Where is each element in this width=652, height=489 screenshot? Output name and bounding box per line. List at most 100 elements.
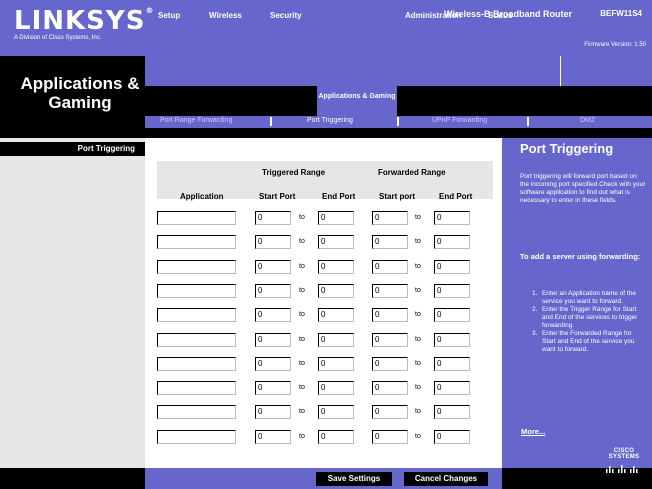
section-title: Applications & Gaming — [20, 74, 140, 112]
trigger-start-port-input[interactable]: 0 — [255, 284, 291, 298]
help-title: Port Triggering — [520, 141, 614, 156]
cancel-changes-button[interactable]: Cancel Changes — [404, 472, 488, 486]
forward-end-port-input[interactable]: 0 — [434, 235, 470, 249]
to-label: to — [299, 336, 305, 343]
forward-end-port-input[interactable]: 0 — [434, 333, 470, 347]
application-name-input[interactable] — [157, 260, 236, 274]
to-label: to — [299, 433, 305, 440]
application-name-input[interactable] — [157, 381, 236, 395]
model-number: BEFW11S4 — [600, 9, 642, 18]
forward-start-port-input[interactable]: 0 — [372, 308, 408, 322]
forward-start-port-input[interactable]: 0 — [372, 211, 408, 225]
to-label: to — [299, 408, 305, 415]
application-name-input[interactable] — [157, 211, 236, 225]
trigger-start-port-input[interactable]: 0 — [255, 357, 291, 371]
to-label: to — [299, 384, 305, 391]
forward-end-port-input[interactable]: 0 — [434, 381, 470, 395]
to-label: to — [299, 263, 305, 270]
to-label: to — [415, 384, 421, 391]
tab-administration[interactable]: Administration — [405, 11, 461, 20]
help-subtitle: To add a server using forwarding: — [520, 252, 641, 261]
to-label: to — [415, 336, 421, 343]
forward-end-port-input[interactable]: 0 — [434, 211, 470, 225]
trigger-end-port-input[interactable]: 0 — [318, 235, 354, 249]
help-step-number: 1. — [532, 290, 538, 297]
forward-start-port-input[interactable]: 0 — [372, 284, 408, 298]
trigger-end-port-input[interactable]: 0 — [318, 381, 354, 395]
product-divider — [560, 56, 561, 86]
subtab-port-range-forwarding[interactable]: Port Range Forwarding — [160, 117, 232, 124]
application-name-input[interactable] — [157, 333, 236, 347]
trigger-start-port-input[interactable]: 0 — [255, 211, 291, 225]
trigger-end-port-input[interactable]: 0 — [318, 333, 354, 347]
subtab-upnp-forwarding[interactable]: UPnP Forwarding — [432, 117, 487, 124]
forward-start-port-input[interactable]: 0 — [372, 430, 408, 444]
triggered-range-header: Triggered Range — [262, 168, 326, 177]
trigger-end-port-input[interactable]: 0 — [318, 430, 354, 444]
trigger-end-port-input[interactable]: 0 — [318, 357, 354, 371]
help-step-text: Enter the Forwarded Range for Start and … — [542, 330, 635, 353]
forward-end-port-input[interactable]: 0 — [434, 308, 470, 322]
forward-end-port-input[interactable]: 0 — [434, 284, 470, 298]
tab-status[interactable]: Status — [488, 11, 512, 20]
forward-end-port-input[interactable]: 0 — [434, 430, 470, 444]
to-label: to — [299, 238, 305, 245]
header-divider-strip — [0, 128, 652, 138]
help-step-number: 2. — [532, 306, 538, 313]
subtab-dmz[interactable]: DMZ — [580, 117, 595, 124]
more-link[interactable]: More... — [521, 427, 545, 436]
trigger-start-port-input[interactable]: 0 — [255, 308, 291, 322]
application-name-input[interactable] — [157, 284, 236, 298]
forwarded-end-port-column-header: End Port — [439, 192, 473, 201]
trigger-start-port-input[interactable]: 0 — [255, 430, 291, 444]
tab-setup[interactable]: Setup — [158, 11, 180, 20]
to-label: to — [415, 238, 421, 245]
subtab-port-triggering[interactable]: Port Triggering — [307, 117, 353, 124]
to-label: to — [299, 214, 305, 221]
application-name-input[interactable] — [157, 405, 236, 419]
main-menu — [145, 86, 652, 116]
tab-applications-gaming[interactable]: Applications & Gaming — [317, 86, 397, 116]
trigger-end-port-input[interactable]: 0 — [318, 405, 354, 419]
application-name-input[interactable] — [157, 235, 236, 249]
trigger-end-port-input[interactable]: 0 — [318, 308, 354, 322]
trigger-end-port-input[interactable]: 0 — [318, 211, 354, 225]
trigger-start-port-input[interactable]: 0 — [255, 333, 291, 347]
help-steps: 1. Enter an Application name of the servi… — [520, 290, 646, 354]
to-label: to — [415, 214, 421, 221]
trigger-end-port-input[interactable]: 0 — [318, 260, 354, 274]
forward-end-port-input[interactable]: 0 — [434, 357, 470, 371]
forward-start-port-input[interactable]: 0 — [372, 235, 408, 249]
to-label: to — [415, 311, 421, 318]
application-name-input[interactable] — [157, 357, 236, 371]
to-label: to — [415, 263, 421, 270]
trigger-start-port-input[interactable]: 0 — [255, 405, 291, 419]
start-port-column-header: Start Port — [259, 192, 296, 201]
save-settings-button[interactable]: Save Settings — [316, 472, 392, 486]
forward-start-port-input[interactable]: 0 — [372, 357, 408, 371]
submenu-divider — [270, 117, 272, 126]
forward-start-port-input[interactable]: 0 — [372, 381, 408, 395]
cisco-bars-icon — [606, 465, 638, 473]
application-name-input[interactable] — [157, 308, 236, 322]
tab-wireless[interactable]: Wireless — [209, 11, 242, 20]
trigger-start-port-input[interactable]: 0 — [255, 260, 291, 274]
linksys-logo: LINKSYS® — [14, 6, 155, 36]
help-step-text: Enter the Trigger Range for Start and En… — [542, 306, 638, 329]
application-column-header: Application — [180, 192, 224, 201]
forward-start-port-input[interactable]: 0 — [372, 333, 408, 347]
forward-end-port-input[interactable]: 0 — [434, 405, 470, 419]
cisco-systems-logo: CISCO SYSTEMS — [602, 448, 646, 473]
forward-start-port-input[interactable]: 0 — [372, 260, 408, 274]
tab-security[interactable]: Security — [270, 11, 302, 20]
submenu-divider — [397, 117, 399, 126]
page-section-label: Port Triggering — [0, 142, 145, 156]
help-step-number: 3. — [532, 330, 538, 337]
application-name-input[interactable] — [157, 430, 236, 444]
forward-end-port-input[interactable]: 0 — [434, 260, 470, 274]
cisco-systems-text: CISCO SYSTEMS — [608, 448, 640, 460]
trigger-start-port-input[interactable]: 0 — [255, 235, 291, 249]
forward-start-port-input[interactable]: 0 — [372, 405, 408, 419]
trigger-end-port-input[interactable]: 0 — [318, 284, 354, 298]
trigger-start-port-input[interactable]: 0 — [255, 381, 291, 395]
